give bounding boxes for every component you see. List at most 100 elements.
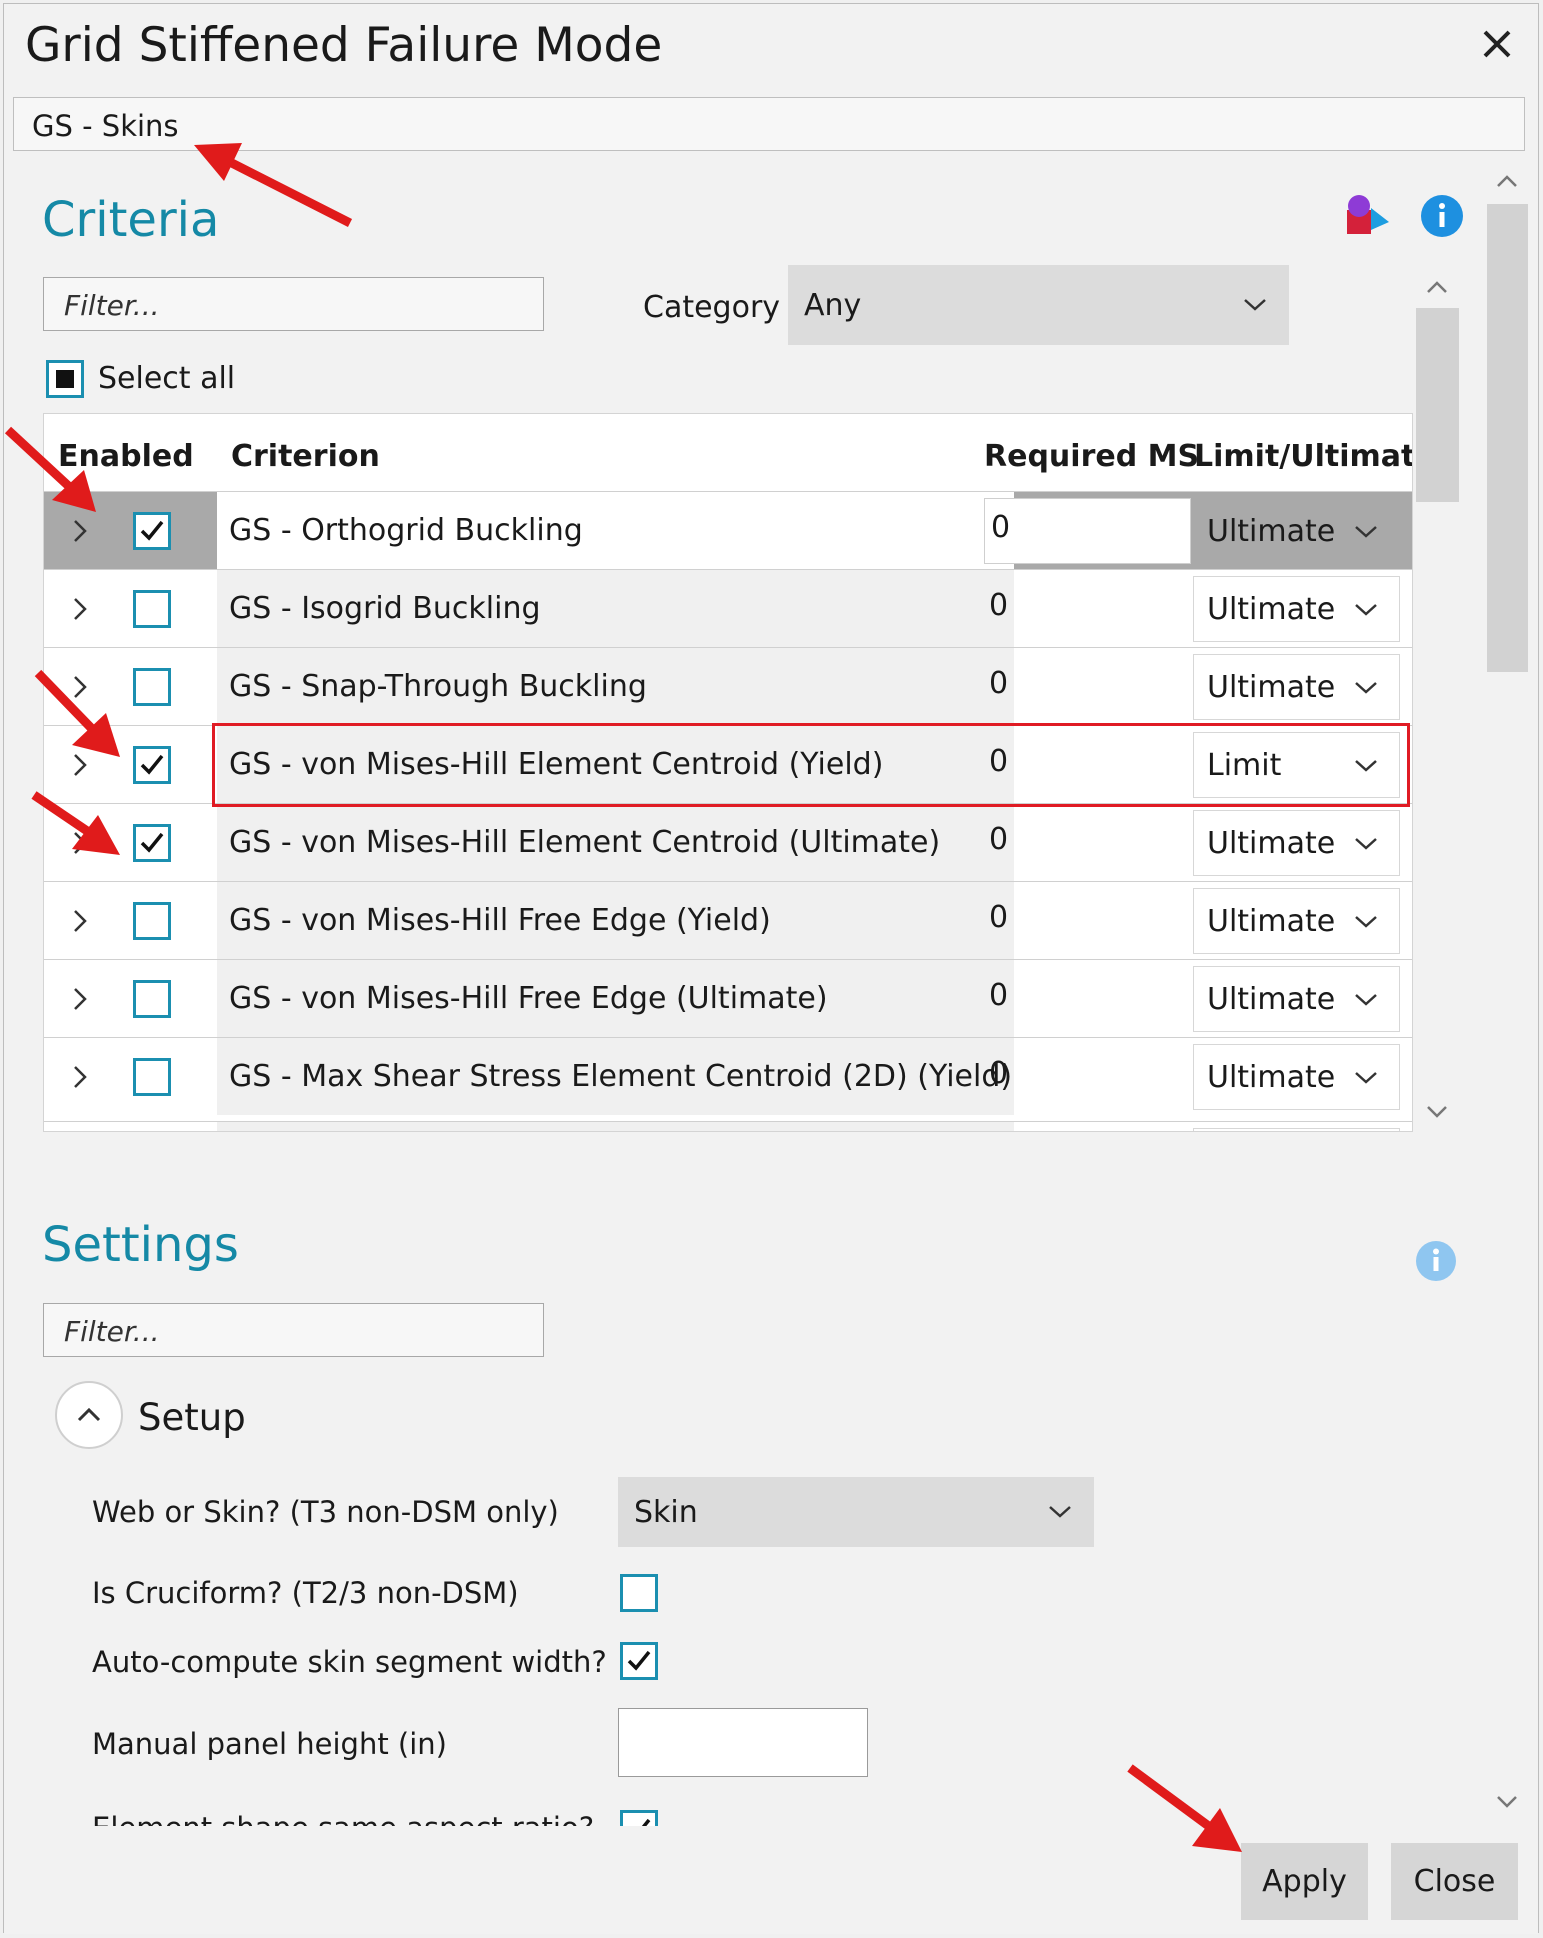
limit-ultimate-dropdown[interactable]: Ultimate <box>1193 498 1400 564</box>
table-row[interactable]: GS - von Mises-Hill Free Edge (Yield) 0 Ul… <box>44 881 1412 959</box>
row-enabled-checkbox[interactable] <box>133 590 171 628</box>
annotation-arrow-apply <box>1127 1764 1242 1852</box>
dialog-title: Grid Stiffened Failure Mode <box>25 18 663 73</box>
chevron-up-icon <box>77 1407 101 1422</box>
expand-chevron-icon[interactable] <box>72 518 88 544</box>
required-ms-value[interactable]: 0 <box>989 822 1008 857</box>
chevron-down-icon <box>1355 1072 1377 1084</box>
row-enabled-checkbox[interactable] <box>133 980 171 1018</box>
grid-scroll-up[interactable] <box>1425 278 1449 298</box>
checkmark-icon <box>140 520 164 541</box>
row-enabled-checkbox[interactable] <box>133 1058 171 1096</box>
auto-compute-label: Auto-compute skin segment width? <box>92 1645 607 1679</box>
expand-chevron-icon[interactable] <box>72 1064 88 1090</box>
auto-compute-checkbox[interactable] <box>620 1642 658 1680</box>
select-all-label: Select all <box>98 361 236 396</box>
model-view-icon[interactable] <box>1343 192 1391 240</box>
column-header-criterion[interactable]: Criterion <box>231 439 380 474</box>
table-row[interactable]: GS - Orthogrid Buckling 0 Ultimate <box>44 491 1412 569</box>
limit-ultimate-dropdown[interactable]: Ultimate <box>1193 966 1400 1032</box>
limit-ultimate-dropdown[interactable]: Ultimate <box>1193 576 1400 642</box>
apply-button[interactable]: Apply <box>1241 1843 1368 1920</box>
criterion-name: GS - Isogrid Buckling <box>217 570 1014 647</box>
limit-ultimate-value: Ultimate <box>1207 591 1336 627</box>
chevron-down-icon <box>1355 838 1377 850</box>
table-row[interactable]: GS - Isogrid Buckling 0 Ultimate <box>44 569 1412 647</box>
expand-chevron-icon[interactable] <box>72 908 88 934</box>
table-row[interactable]: GS - von Mises-Hill Free Edge (Ultimate)… <box>44 959 1412 1037</box>
row-enabled-checkbox[interactable] <box>133 668 171 706</box>
web-or-skin-dropdown[interactable]: Skin <box>618 1477 1094 1547</box>
criterion-name: GS - Max Shear Stress Element Centroid (… <box>217 1038 1014 1115</box>
table-row[interactable]: GS - Max Shear Stress Element Centroid (… <box>44 1037 1412 1115</box>
limit-ultimate-dropdown[interactable]: Ultimate <box>1193 888 1400 954</box>
category-value: Any <box>804 287 862 323</box>
outer-scroll-down[interactable] <box>1495 1792 1519 1812</box>
annotation-arrow-name <box>194 143 353 228</box>
outer-scrollbar-thumb[interactable] <box>1487 204 1528 672</box>
chevron-down-icon <box>1355 604 1377 616</box>
expand-chevron-icon[interactable] <box>72 986 88 1012</box>
grid-scrollbar-thumb[interactable] <box>1416 308 1459 502</box>
highlight-box <box>212 723 1410 807</box>
required-ms-input[interactable] <box>984 498 1191 564</box>
criterion-name: GS - Snap-Through Buckling <box>217 648 1014 725</box>
cruciform-checkbox[interactable] <box>620 1574 658 1612</box>
row-enabled-checkbox[interactable] <box>133 746 171 784</box>
required-ms-value[interactable]: 0 <box>989 588 1008 623</box>
indeterminate-mark <box>56 370 74 388</box>
close-button[interactable]: Close <box>1391 1843 1518 1920</box>
partial-next-row <box>44 1121 1412 1131</box>
close-icon[interactable] <box>1475 22 1519 66</box>
required-ms-value[interactable]: 0 <box>989 900 1008 935</box>
required-ms-value[interactable]: 0 <box>989 978 1008 1013</box>
chevron-down-icon <box>1244 299 1266 311</box>
table-row[interactable]: GS - Snap-Through Buckling 0 Ultimate <box>44 647 1412 725</box>
grid-scroll-down[interactable] <box>1425 1102 1449 1122</box>
required-ms-value: 0 <box>991 510 1011 545</box>
panel-height-input[interactable] <box>618 1708 868 1777</box>
category-label: Category <box>643 290 781 325</box>
panel-height-label: Manual panel height (in) <box>92 1727 447 1761</box>
criterion-name: GS - Orthogrid Buckling <box>217 492 1014 569</box>
table-row[interactable]: GS - von Mises-Hill Element Centroid (Ul… <box>44 803 1412 881</box>
row-enabled-checkbox[interactable] <box>133 512 171 550</box>
annotation-arrow-row4 <box>34 669 120 757</box>
aspect-ratio-label: Element shape same aspect ratio? <box>92 1811 594 1826</box>
chevron-down-icon <box>1355 994 1377 1006</box>
chevron-down-icon <box>1355 916 1377 928</box>
row-enabled-checkbox[interactable] <box>133 902 171 940</box>
annotation-arrow-row5 <box>31 791 120 855</box>
setup-collapse-button[interactable] <box>55 1381 123 1449</box>
criterion-name: GS - von Mises-Hill Free Edge (Ultimate) <box>217 960 1014 1037</box>
column-header-limit-ultimate[interactable]: Limit/Ultimate <box>1194 439 1412 474</box>
checkmark-icon <box>627 1650 651 1671</box>
limit-ultimate-dropdown[interactable]: Ultimate <box>1193 1044 1400 1110</box>
aspect-row-clip: Element shape same aspect ratio? <box>80 1805 1080 1826</box>
row-enabled-checkbox[interactable] <box>133 824 171 862</box>
limit-ultimate-dropdown[interactable]: Ultimate <box>1193 654 1400 720</box>
outer-scroll-up[interactable] <box>1495 172 1519 192</box>
criterion-name: GS - von Mises-Hill Element Centroid (Ul… <box>217 804 1014 881</box>
column-header-required-ms[interactable]: Required MS <box>984 439 1199 474</box>
aspect-ratio-checkbox[interactable] <box>620 1810 658 1826</box>
criteria-info-icon[interactable] <box>1420 194 1464 238</box>
web-or-skin-value: Skin <box>634 1494 698 1530</box>
required-ms-value[interactable]: 0 <box>989 1056 1008 1091</box>
checkmark-icon <box>140 754 164 775</box>
required-ms-value[interactable]: 0 <box>989 666 1008 701</box>
criteria-filter-input[interactable]: Filter... <box>43 277 544 331</box>
expand-chevron-icon[interactable] <box>72 596 88 622</box>
setup-label: Setup <box>138 1396 246 1439</box>
settings-info-icon[interactable] <box>1415 1240 1457 1282</box>
limit-ultimate-value: Ultimate <box>1207 1059 1336 1095</box>
category-dropdown[interactable]: Any <box>788 265 1289 345</box>
select-all-checkbox[interactable] <box>46 360 84 398</box>
chevron-down-icon <box>1355 526 1377 538</box>
limit-ultimate-dropdown[interactable]: Ultimate <box>1193 810 1400 876</box>
limit-ultimate-value: Ultimate <box>1207 981 1336 1017</box>
settings-filter-input[interactable]: Filter... <box>43 1303 544 1357</box>
cruciform-label: Is Cruciform? (T2/3 non-DSM) <box>92 1576 519 1610</box>
chevron-down-icon <box>1355 682 1377 694</box>
limit-ultimate-value: Ultimate <box>1207 513 1336 549</box>
